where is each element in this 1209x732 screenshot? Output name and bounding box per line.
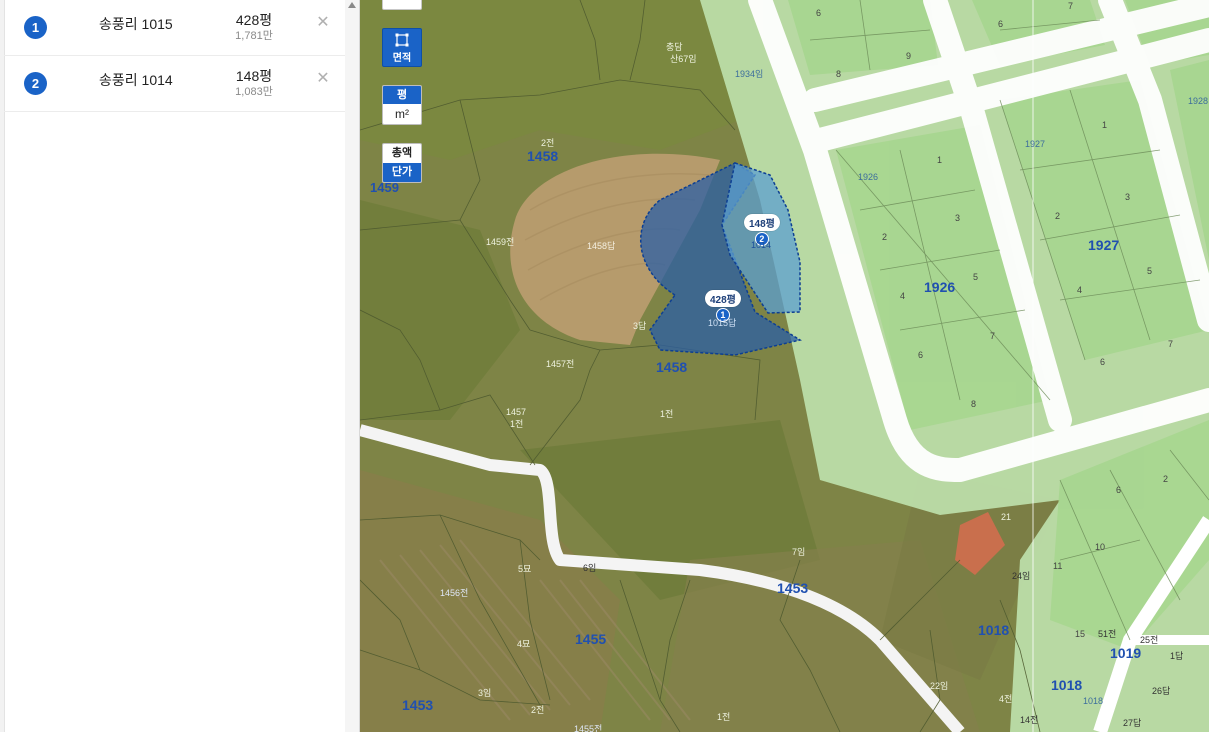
- lot-label: 1018: [978, 622, 1010, 638]
- lot-sublabel: 1답: [1170, 651, 1184, 661]
- scroll-up-arrow-icon[interactable]: [348, 2, 356, 8]
- lot-sublabel: 22임: [930, 681, 949, 691]
- parcel-number-badge: 2: [24, 72, 47, 95]
- lot-sublabel: 2전: [541, 138, 555, 148]
- map-labels: 1458 1458 1459 1453 1453 1455 1926 1927 …: [360, 0, 1209, 732]
- lot-number: 7: [1068, 1, 1074, 11]
- lot-sublabel: 25전: [1140, 635, 1159, 645]
- scrollbar[interactable]: [345, 0, 359, 732]
- lot-number: 15: [1075, 629, 1086, 639]
- lot-label: 1453: [402, 697, 434, 713]
- lot-sublabel: 1018: [1083, 696, 1104, 706]
- lot-number: 6: [1116, 485, 1122, 495]
- unit-toggle: 평 m²: [382, 85, 422, 125]
- lot-sublabel: 1015답: [708, 318, 737, 328]
- lot-sublabel: 1459전: [486, 237, 515, 247]
- lot-label: 1019: [1110, 645, 1142, 661]
- unit-pyeong-button[interactable]: 평: [383, 86, 421, 104]
- lot-number: 5: [973, 272, 979, 282]
- lot-label: 1458: [656, 359, 688, 375]
- lot-number: 5: [1147, 266, 1153, 276]
- lot-number: 1: [937, 155, 943, 165]
- lot-sublabel: 4전: [999, 694, 1013, 704]
- lot-sublabel: 1926: [858, 172, 879, 182]
- lot-sublabel: 1457: [506, 407, 527, 417]
- lot-sublabel: 26답: [1152, 686, 1171, 696]
- lot-sublabel: 27답: [1123, 718, 1142, 728]
- lot-number: 8: [836, 69, 842, 79]
- lot-sublabel: 1014: [751, 240, 772, 250]
- lot-sublabel: 21: [1001, 512, 1012, 522]
- lot-sublabel: 1457전: [546, 359, 575, 369]
- lot-label: 1453: [777, 580, 809, 596]
- lot-sublabel: 6임: [583, 563, 597, 573]
- lot-number: 6: [918, 350, 924, 360]
- map-tool-top-button[interactable]: [382, 0, 422, 10]
- parcel-name: 송풍리 1014: [99, 72, 173, 88]
- lot-sublabel: 3임: [478, 688, 492, 698]
- lot-number: 11: [1053, 561, 1063, 571]
- lot-sublabel: 1927: [1025, 139, 1046, 149]
- lot-number: 8: [971, 399, 977, 409]
- map-canvas[interactable]: 428평 1 148평 2 1458 1458 1459 1453 1453 1…: [360, 0, 1209, 732]
- parcel-list-panel: 1 송풍리 1015 428평 1,781만 ✕ 2 송풍리 1014 148평…: [0, 0, 360, 732]
- area-select-icon: [395, 33, 409, 47]
- lot-sublabel: 1전: [510, 419, 524, 429]
- lot-sublabel: 24임: [1012, 571, 1031, 581]
- lot-sublabel: 충담: [666, 42, 683, 52]
- unit-price-button[interactable]: 단가: [383, 163, 421, 182]
- lot-sublabel: 1전: [717, 712, 731, 722]
- parcel-number-badge: 1: [24, 16, 47, 39]
- total-price-button[interactable]: 총액: [383, 144, 421, 163]
- close-icon[interactable]: ✕: [314, 13, 332, 31]
- lot-sublabel: 1928: [1188, 96, 1209, 106]
- lot-sublabel: 5묘: [518, 564, 532, 574]
- lot-number: 9: [906, 51, 912, 61]
- lot-sublabel: 7임: [792, 547, 806, 557]
- lot-sublabel: 산67임: [670, 54, 697, 64]
- lot-label: 1458: [527, 148, 559, 164]
- lot-number: 4: [1077, 285, 1083, 295]
- parcel-price: 1,781만: [235, 30, 273, 42]
- lot-number: 1: [1102, 120, 1108, 130]
- lot-sublabel: 2전: [531, 705, 545, 715]
- lot-number: 2: [1055, 211, 1061, 221]
- close-icon[interactable]: ✕: [314, 69, 332, 87]
- lot-number: 7: [1168, 339, 1174, 349]
- lot-number: 4: [900, 291, 906, 301]
- parcel-name: 송풍리 1015: [99, 16, 173, 32]
- lot-number: 6: [816, 8, 822, 18]
- lot-sublabel: 1458답: [587, 241, 616, 251]
- area-measure-button[interactable]: 면적: [382, 28, 422, 67]
- lot-number: 2: [1163, 474, 1169, 484]
- lot-sublabel: 1456전: [440, 588, 469, 598]
- lot-number: 10: [1095, 542, 1106, 552]
- lot-sublabel: 1934임: [735, 69, 764, 79]
- parcel-row-2[interactable]: 2 송풍리 1014 148평 1,083만 ✕: [4, 56, 345, 112]
- lot-sublabel: 1455전: [574, 724, 603, 732]
- price-mode-toggle: 총액 단가: [382, 143, 422, 183]
- lot-label: 1927: [1088, 237, 1120, 253]
- lot-label: 1455: [575, 631, 607, 647]
- lot-label: 1018: [1051, 677, 1083, 693]
- lot-sublabel: 1전: [660, 409, 674, 419]
- lot-sublabel: 51전: [1098, 629, 1117, 639]
- lot-sublabel: 14전: [1020, 715, 1039, 725]
- lot-label: 1926: [924, 279, 956, 295]
- lot-number: 6: [998, 19, 1004, 29]
- parcel-price: 1,083만: [235, 86, 273, 98]
- lot-number: 3: [1125, 192, 1131, 202]
- lot-number: 6: [1100, 357, 1106, 367]
- lot-number: 3: [955, 213, 961, 223]
- lot-sublabel: 3답: [633, 321, 647, 331]
- lot-sublabel: 4묘: [517, 639, 531, 649]
- area-measure-label: 면적: [392, 53, 412, 64]
- unit-sqm-button[interactable]: m²: [383, 104, 421, 124]
- parcel-row-1[interactable]: 1 송풍리 1015 428평 1,781만 ✕: [4, 0, 345, 56]
- lot-number: 2: [882, 232, 888, 242]
- lot-number: 7: [990, 331, 996, 341]
